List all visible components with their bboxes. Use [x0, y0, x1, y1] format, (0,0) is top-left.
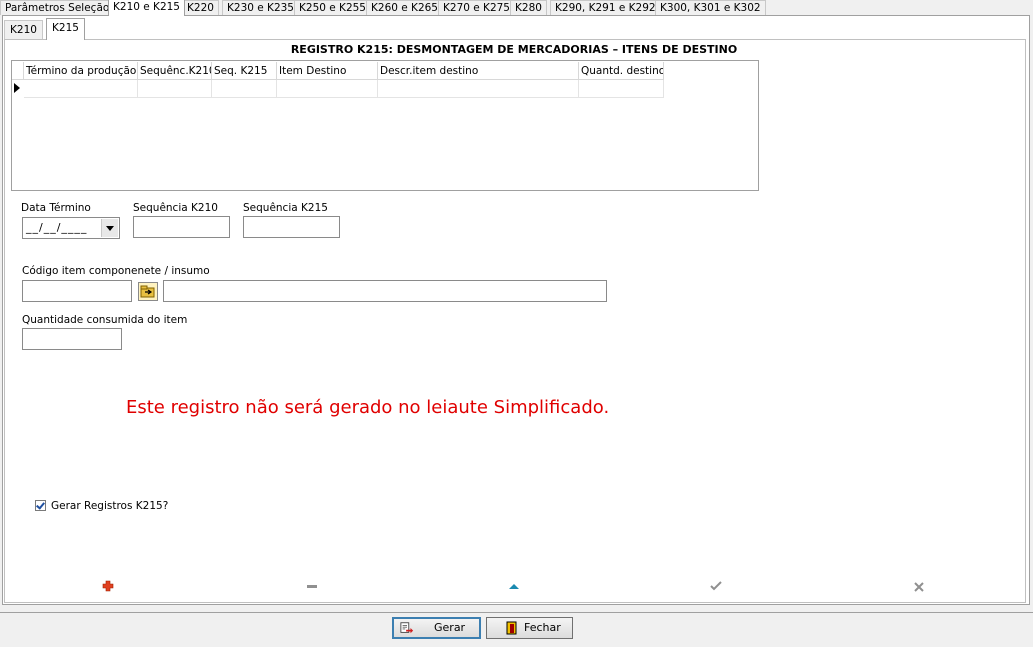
grid-header-termino[interactable]: Término da produção [24, 62, 138, 80]
gerar-k215-label[interactable]: Gerar Registros K215? [51, 500, 168, 512]
chevron-down-icon[interactable] [101, 219, 118, 237]
seq-k215-input[interactable] [243, 216, 340, 238]
tab-parametros-selecao[interactable]: Parâmetros Seleção [0, 0, 115, 15]
data-termino-label: Data Término [21, 202, 91, 214]
door-exit-icon [506, 621, 517, 635]
grid-header-quantd[interactable]: Quantd. destino [579, 62, 664, 80]
tab-k250-k255[interactable]: K250 e K255 [294, 0, 371, 15]
grid-header-seq-k210[interactable]: Sequênc.K210 [138, 62, 212, 80]
quantidade-label: Quantidade consumida do item [22, 314, 188, 326]
generate-icon [400, 622, 414, 634]
seq-k210-input[interactable] [133, 216, 230, 238]
add-record-button[interactable] [101, 579, 115, 593]
codigo-item-input[interactable] [22, 280, 132, 302]
tab-k270-k275[interactable]: K270 e K275 [438, 0, 515, 15]
minus-icon [307, 585, 317, 588]
lookup-button[interactable] [138, 282, 158, 301]
tab-k280[interactable]: K280 [510, 0, 547, 15]
top-tab-strip: Parâmetros Seleção K210 e K215 K220 K230… [0, 0, 1033, 16]
grid-cell[interactable] [277, 80, 378, 98]
subtab-k210[interactable]: K210 [4, 20, 43, 39]
grid-corner [12, 62, 24, 80]
subtab-k215[interactable]: K215 [46, 18, 85, 40]
tab-k290-k291-k292[interactable]: K290, K291 e K292 [550, 0, 661, 15]
grid-cell[interactable] [212, 80, 277, 98]
seq-k210-label: Sequência K210 [133, 202, 218, 214]
grid-cell[interactable] [579, 80, 664, 98]
triangle-up-icon [509, 584, 519, 589]
grid-cell[interactable] [138, 80, 212, 98]
grid-cell[interactable] [24, 80, 138, 98]
row-indicator-icon [14, 83, 20, 93]
quantidade-input[interactable] [22, 328, 122, 350]
close-icon [914, 582, 924, 592]
data-termino-value: __/__/____ [26, 221, 88, 234]
grid-header-descr-item[interactable]: Descr.item destino [378, 62, 579, 80]
descricao-item-input[interactable] [163, 280, 607, 302]
gerar-button[interactable]: Gerar [392, 617, 481, 639]
grid-cell[interactable] [378, 80, 579, 98]
gerar-k215-checkbox[interactable] [35, 500, 46, 511]
plus-icon [102, 580, 114, 592]
post-record-button[interactable] [709, 579, 723, 593]
codigo-item-label: Código item componenete / insumo [22, 265, 210, 277]
tab-k210-k215[interactable]: K210 e K215 [108, 0, 185, 16]
check-icon [710, 581, 722, 591]
delete-record-button[interactable] [305, 579, 319, 593]
tab-k230-k235[interactable]: K230 e K235 [222, 0, 299, 15]
seq-k215-label: Sequência K215 [243, 202, 328, 214]
warning-message: Este registro não será gerado no leiaute… [126, 397, 610, 418]
tab-k260-k265[interactable]: K260 e K265 [366, 0, 443, 15]
k215-grid[interactable]: Término da produção Sequênc.K210 Seq. K2… [11, 60, 759, 191]
folder-search-icon [140, 285, 155, 298]
tab-k300-k301-k302[interactable]: K300, K301 e K302 [655, 0, 766, 15]
fechar-label: Fechar [524, 621, 561, 634]
edit-record-button[interactable] [507, 579, 521, 593]
tab-k220[interactable]: K220 [182, 0, 219, 15]
fechar-button[interactable]: Fechar [486, 617, 573, 639]
cancel-record-button[interactable] [912, 579, 926, 593]
section-title: REGISTRO K215: DESMONTAGEM DE MERCADORIA… [290, 43, 738, 56]
gerar-label: Gerar [434, 621, 466, 634]
grid-header-seq-k215[interactable]: Seq. K215 [212, 62, 277, 80]
grid-header-item-destino[interactable]: Item Destino [277, 62, 378, 80]
data-termino-field[interactable]: __/__/____ [22, 217, 120, 239]
